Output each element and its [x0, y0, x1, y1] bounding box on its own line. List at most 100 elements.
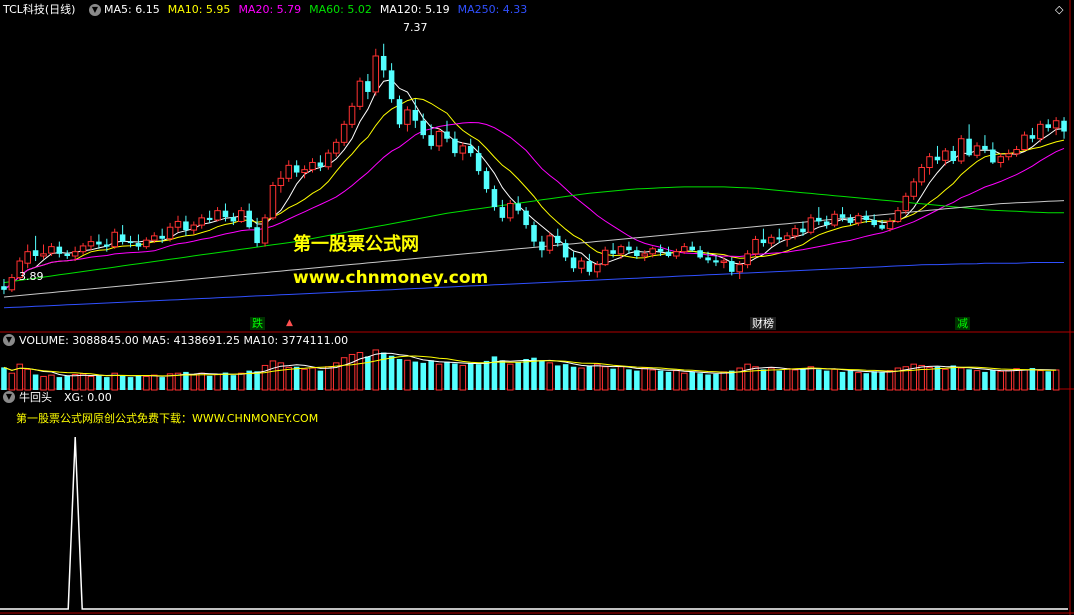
candle-body	[365, 81, 371, 92]
candle-body	[24, 251, 31, 264]
watermark-url: www.chnmoney.com	[293, 268, 489, 288]
diamond-icon[interactable]: ◇	[1055, 3, 1063, 16]
candle-body	[554, 235, 561, 244]
volume-bar	[982, 371, 988, 390]
candle-body	[594, 264, 601, 273]
volume-bar	[681, 372, 688, 391]
candle-body	[87, 241, 95, 247]
candle-body	[673, 251, 680, 257]
chart-frame	[0, 0, 1074, 615]
volume-bar	[831, 368, 838, 391]
volume-bar	[317, 370, 324, 390]
volume-bar	[396, 358, 403, 390]
ma-legend-item: MA60: 5.02	[309, 3, 372, 16]
candle-body	[380, 55, 387, 71]
volume-header: VOLUME: 3088845.00 MA5: 4138691.25 MA10:…	[19, 334, 349, 347]
volume-bar	[1045, 371, 1051, 390]
candle-body	[491, 189, 498, 208]
candle-body	[159, 235, 165, 239]
candle-body	[720, 260, 728, 263]
volume-bar	[444, 361, 450, 390]
marker-jian: 减	[955, 317, 970, 330]
candle-body	[997, 156, 1005, 163]
volume-bar	[1013, 368, 1020, 391]
candle-body	[926, 156, 933, 169]
candle-body	[760, 239, 767, 244]
candle-body	[816, 217, 822, 222]
candle-body	[515, 203, 521, 211]
candle-body	[317, 162, 324, 167]
candle-body	[863, 215, 870, 221]
candle-body	[807, 217, 815, 233]
volume-bar	[56, 377, 63, 390]
candle-body	[847, 217, 854, 223]
volume-bar	[365, 356, 371, 390]
volume-bar	[428, 360, 434, 390]
chevron-down-icon[interactable]: ▼	[3, 334, 15, 346]
indicator-value: XG: 0.00	[64, 391, 112, 404]
volume-bar	[150, 374, 158, 391]
candle-body	[1029, 135, 1036, 139]
volume-bar	[783, 368, 791, 391]
candle-body	[214, 210, 221, 221]
candle-body	[174, 220, 182, 228]
candle-body	[412, 109, 419, 121]
candle-body	[79, 245, 87, 253]
volume-bar	[879, 372, 885, 390]
candle-body	[705, 257, 711, 261]
candle-body	[340, 123, 348, 143]
candle-body	[871, 220, 877, 226]
candle-body	[634, 250, 640, 256]
volume-bar	[1, 367, 7, 390]
candle-body	[420, 120, 427, 136]
candle-body	[104, 244, 110, 247]
volume-bar	[48, 374, 55, 391]
candle-body	[40, 253, 47, 257]
volume-bar	[372, 349, 380, 391]
volume-bar	[222, 372, 229, 390]
candle-body	[546, 235, 554, 251]
candle-body	[823, 221, 830, 226]
volume-bar	[554, 365, 561, 390]
candle-body	[649, 248, 656, 255]
volume-bar	[32, 374, 39, 390]
candle-body	[839, 214, 846, 218]
volume-bar	[800, 368, 806, 390]
volume-bar	[720, 371, 728, 391]
candle-body	[48, 246, 55, 254]
candle-body	[166, 226, 174, 240]
volume-bar	[87, 375, 95, 391]
candle-body	[783, 235, 791, 240]
candle-body	[966, 138, 972, 156]
candle-body	[1, 286, 7, 290]
indicator-note: 第一股票公式网原创公式免费下载：WWW.CHNMONEY.COM	[16, 412, 319, 425]
volume-bar	[807, 366, 815, 391]
volume-bar	[238, 372, 245, 391]
candles	[1, 43, 1067, 295]
candle-body	[183, 221, 189, 231]
candle-body	[254, 227, 260, 244]
ma-legend-item: MA5: 6.15	[104, 3, 160, 16]
volume-bar	[135, 375, 142, 390]
low-price-label: 3.89	[19, 270, 44, 283]
volume-bar	[697, 373, 703, 390]
volume-bar	[626, 369, 632, 390]
candle-body	[246, 210, 252, 228]
candle-body	[396, 99, 403, 125]
volume-bar	[96, 375, 102, 390]
ma-legend-item: MA250: 4.33	[457, 3, 528, 16]
volume-bar	[539, 360, 545, 390]
volume-bar	[254, 371, 260, 390]
candle-body	[539, 241, 545, 251]
volume-bar	[966, 369, 972, 390]
chevron-down-icon[interactable]: ▼	[3, 391, 15, 403]
symbol-title: TCL科技(日线)	[3, 3, 76, 16]
candle-body	[293, 165, 300, 173]
candle-body	[301, 169, 308, 174]
candle-body	[855, 215, 862, 224]
ma-lines	[3, 79, 1065, 309]
candle-body	[665, 251, 672, 256]
volume-bar	[634, 370, 640, 390]
chevron-down-icon[interactable]: ▼	[89, 4, 101, 16]
volume-bar	[926, 366, 933, 391]
